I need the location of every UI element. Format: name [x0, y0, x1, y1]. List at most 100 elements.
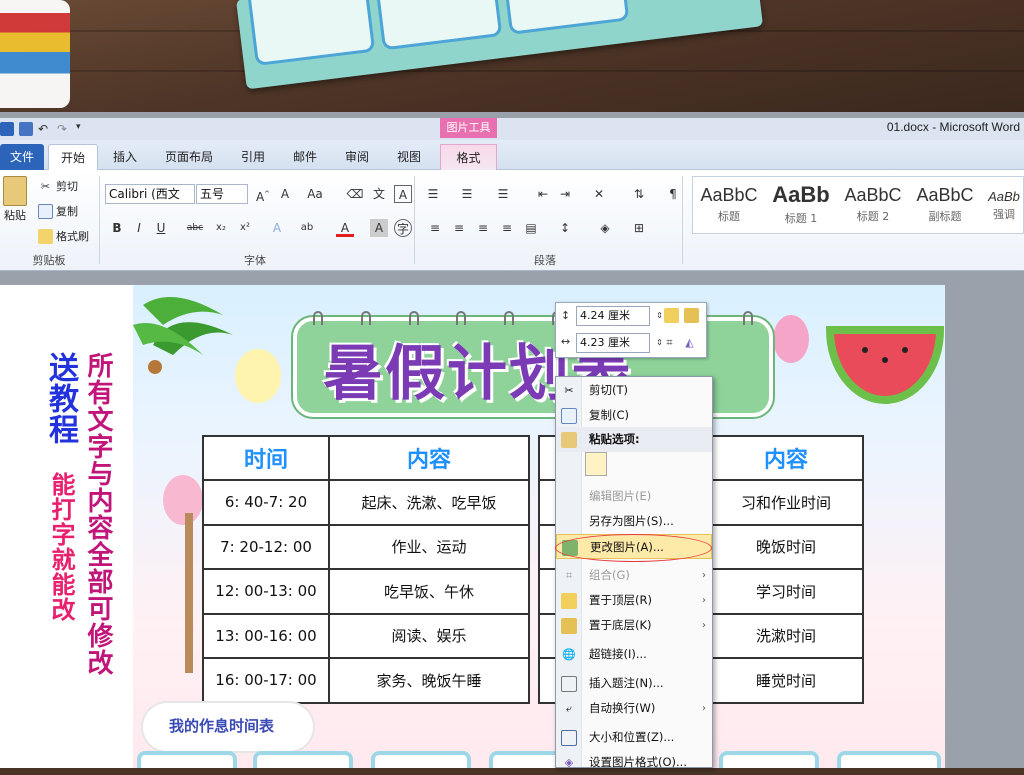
- underline-icon[interactable]: U: [152, 219, 170, 237]
- balloon-icon: [235, 349, 281, 403]
- decrease-indent-icon[interactable]: ⇤: [534, 185, 552, 203]
- schedule-table-left: 时间 内容 6: 40-7: 20 起床、洗漱、吃早饭 7: 20-12: 00 作业…: [202, 435, 530, 704]
- align-left-icon[interactable]: ≡: [426, 219, 444, 237]
- align-right-icon[interactable]: ≡: [474, 219, 492, 237]
- style-heading-1[interactable]: AaBb 标题 1: [767, 179, 835, 233]
- menu-item-copy[interactable]: 复制(C): [556, 403, 712, 428]
- chevron-right-icon: ›: [702, 570, 706, 581]
- customize-qat-icon[interactable]: ▾: [76, 122, 90, 136]
- scissors-icon: ✂: [564, 384, 574, 397]
- distribute-icon[interactable]: ▤: [522, 219, 540, 237]
- table-row: 7: 20-12: 00 作业、运动: [202, 523, 530, 570]
- tab-references[interactable]: 引用: [232, 144, 274, 170]
- undo-icon[interactable]: ↶: [38, 122, 52, 136]
- poster-image: 暑假计划表 时间 内容 6: 40-7: 20 起床、洗漱、吃早饭 7: 20-12…: [133, 285, 945, 768]
- menu-item-bring-to-front[interactable]: 置于顶层(R) ›: [556, 588, 712, 613]
- tv-decoration: [719, 751, 819, 768]
- menu-item-size-position[interactable]: 大小和位置(Z)...: [556, 725, 712, 750]
- text-effects-icon[interactable]: A: [268, 219, 286, 237]
- save-icon[interactable]: [19, 122, 33, 136]
- style-heading-2[interactable]: AaBbC 标题 2: [839, 179, 907, 233]
- table-row: 13: 00-16: 00 阅读、娱乐: [202, 612, 530, 659]
- multilevel-list-icon[interactable]: ☰: [494, 185, 512, 203]
- menu-item-save-as-picture[interactable]: 另存为图片(S)...: [556, 509, 712, 534]
- printed-poster-image: [236, 0, 764, 90]
- change-case-icon[interactable]: Aa: [306, 185, 324, 203]
- font-size-combo[interactable]: 五号: [196, 184, 248, 204]
- tab-view[interactable]: 视图: [388, 144, 430, 170]
- chevron-right-icon: ›: [702, 595, 706, 606]
- redo-icon[interactable]: ↷: [57, 122, 71, 136]
- justify-icon[interactable]: ≡: [498, 219, 516, 237]
- tv-decoration: [837, 751, 941, 768]
- width-input[interactable]: 4.23 厘米: [576, 333, 650, 353]
- show-marks-icon[interactable]: ¶: [664, 185, 682, 203]
- tab-file[interactable]: 文件: [0, 144, 44, 170]
- bring-front-icon: [561, 593, 577, 609]
- bullets-icon[interactable]: ☰: [424, 185, 442, 203]
- increase-indent-icon[interactable]: ⇥: [556, 185, 574, 203]
- tab-insert[interactable]: 插入: [104, 144, 146, 170]
- rotate-icon[interactable]: ◭: [682, 335, 697, 350]
- line-spacing-icon[interactable]: ↕: [556, 219, 574, 237]
- highlight-icon[interactable]: ab: [298, 219, 316, 237]
- shading-icon[interactable]: ◈: [596, 219, 614, 237]
- superscript-icon[interactable]: x²: [236, 219, 254, 237]
- strikethrough-icon[interactable]: abc: [186, 219, 204, 237]
- crop-icon[interactable]: ⌗: [662, 335, 677, 350]
- menu-item-insert-caption[interactable]: 插入题注(N)...: [556, 671, 712, 696]
- menu-item-text-wrap[interactable]: ⤶ 自动换行(W) ›: [556, 696, 712, 721]
- subscript-icon[interactable]: x₂: [212, 219, 230, 237]
- phonetic-guide-icon[interactable]: 文: [370, 185, 388, 203]
- grow-font-icon[interactable]: A^: [254, 185, 272, 204]
- paste-keep-format-icon[interactable]: [585, 452, 607, 476]
- style-subtitle[interactable]: AaBbC 副标题: [911, 179, 979, 233]
- borders-icon[interactable]: ⊞: [630, 219, 648, 237]
- paste-icon: [561, 432, 577, 448]
- chinese-layout-icon[interactable]: ✕: [590, 185, 608, 203]
- tab-page-layout[interactable]: 页面布局: [156, 144, 222, 170]
- menu-item-send-to-back[interactable]: 置于底层(K) ›: [556, 613, 712, 638]
- font-color-icon[interactable]: A: [336, 219, 354, 237]
- char-border-icon[interactable]: A: [394, 185, 412, 203]
- tab-mailings[interactable]: 邮件: [284, 144, 326, 170]
- size-icon: [561, 730, 577, 746]
- styles-gallery: AaBbC 标题 AaBb 标题 1 AaBbC 标题 2 AaBbC 副标题 AaBb…: [692, 176, 1024, 234]
- picture-tools-label: 图片工具: [440, 118, 497, 138]
- copy-button[interactable]: 复制: [38, 203, 78, 219]
- send-back-icon: [561, 618, 577, 634]
- align-center-icon[interactable]: ≡: [450, 219, 468, 237]
- font-name-combo[interactable]: Calibri (西文: [105, 184, 195, 204]
- send-back-icon[interactable]: [684, 308, 699, 323]
- tab-home[interactable]: 开始: [48, 144, 98, 170]
- char-shading-icon[interactable]: A: [370, 219, 388, 237]
- style-emphasis[interactable]: AaBb 强调: [983, 179, 1024, 233]
- ribbon-tabs: 文件 开始 插入 页面布局 引用 邮件 审阅 视图 格式: [0, 140, 1024, 170]
- tab-review[interactable]: 审阅: [336, 144, 378, 170]
- menu-item-cut[interactable]: ✂ 剪切(T): [556, 378, 712, 403]
- tv-decoration: [253, 751, 353, 768]
- tv-decoration: [371, 751, 471, 768]
- bring-front-icon[interactable]: [664, 308, 679, 323]
- menu-item-group[interactable]: ⌗ 组合(G) ›: [556, 563, 712, 588]
- menu-item-hyperlink[interactable]: 🌐 超链接(I)...: [556, 642, 712, 667]
- format-painter-button[interactable]: 格式刷: [38, 228, 89, 244]
- hyperlink-icon: 🌐: [562, 648, 576, 661]
- shrink-font-icon[interactable]: A: [276, 185, 294, 203]
- italic-icon[interactable]: I: [130, 219, 148, 237]
- menu-item-format-picture[interactable]: ◈ 设置图片格式(O)...: [556, 750, 712, 775]
- tab-format[interactable]: 格式: [440, 144, 497, 170]
- style-title[interactable]: AaBbC 标题: [695, 179, 763, 233]
- numbering-icon[interactable]: ☰: [458, 185, 476, 203]
- height-input[interactable]: 4.24 厘米: [576, 306, 650, 326]
- sort-icon[interactable]: ⇅: [630, 185, 648, 203]
- enclose-char-icon[interactable]: 字: [394, 219, 412, 237]
- promo-tutorial-text: 送教程: [43, 352, 78, 445]
- paste-button[interactable]: 粘贴: [2, 176, 28, 223]
- cut-button[interactable]: ✂ 剪切: [38, 178, 78, 194]
- paragraph-group-label: 段落: [534, 254, 556, 267]
- menu-item-edit-picture[interactable]: 编辑图片(E): [556, 484, 712, 509]
- clear-format-icon[interactable]: ⌫: [346, 185, 364, 203]
- table-header: 时间: [202, 435, 330, 481]
- bold-icon[interactable]: B: [108, 219, 126, 237]
